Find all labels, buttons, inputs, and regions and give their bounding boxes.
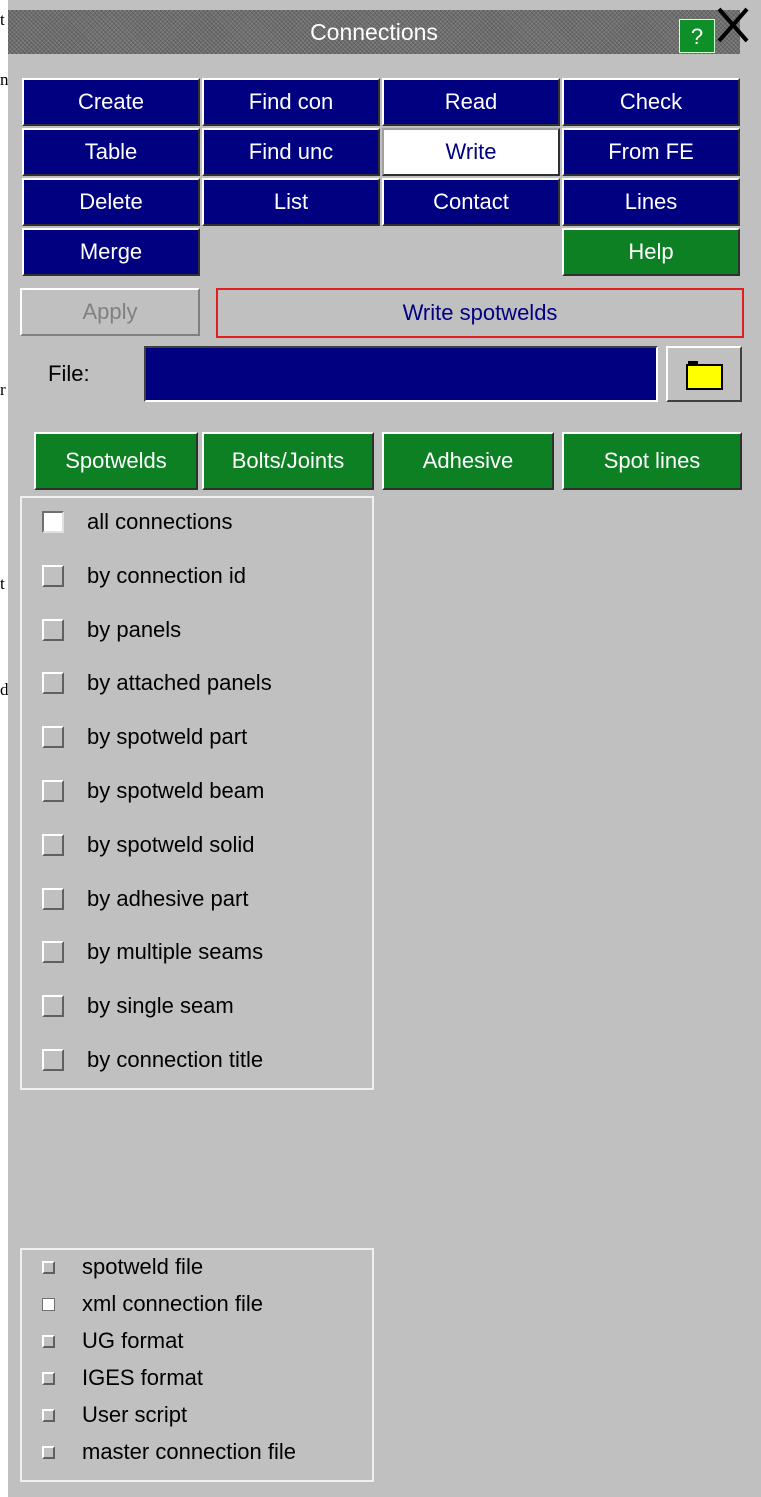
format-checkbox[interactable] — [42, 1260, 55, 1274]
format-label: xml connection file — [82, 1291, 263, 1316]
selection-option[interactable]: by spotweld beam — [22, 771, 264, 811]
file-path-field[interactable] — [144, 346, 658, 402]
format-option[interactable]: spotweld file — [22, 1252, 203, 1282]
format-option[interactable]: xml connection file — [22, 1289, 263, 1319]
menu-button-read[interactable]: Read — [382, 78, 560, 126]
selection-option[interactable]: by panels — [22, 610, 181, 650]
format-label: UG format — [82, 1328, 184, 1353]
tab-spot-lines[interactable]: Spot lines — [562, 432, 742, 490]
option-label: by spotweld beam — [87, 778, 265, 803]
selection-option[interactable]: by spotweld part — [22, 717, 247, 757]
help-question-button[interactable]: ? — [679, 19, 715, 53]
selection-option[interactable]: by multiple seams — [22, 932, 263, 972]
selection-option[interactable]: by single seam — [22, 986, 234, 1026]
option-label: by connection title — [87, 1047, 264, 1072]
format-option[interactable]: UG format — [22, 1326, 183, 1356]
option-checkbox[interactable] — [42, 941, 64, 964]
format-checkbox[interactable] — [42, 1408, 55, 1422]
option-label: by spotweld part — [87, 724, 248, 750]
selection-option[interactable]: all connections — [22, 502, 233, 542]
menu-button-check[interactable]: Check — [562, 78, 740, 126]
option-label: all connections — [87, 509, 233, 534]
option-label: by spotweld solid — [87, 831, 255, 857]
option-checkbox[interactable] — [42, 833, 64, 856]
selection-option[interactable]: by attached panels — [22, 663, 272, 703]
window-title: Connections — [310, 19, 438, 45]
option-checkbox[interactable] — [42, 726, 64, 749]
tab-bolts-joints[interactable]: Bolts/Joints — [202, 432, 374, 490]
menu-button-list[interactable]: List — [202, 178, 380, 226]
close-icon — [717, 7, 749, 43]
format-label: User script — [82, 1402, 188, 1427]
format-option[interactable]: IGES format — [22, 1363, 203, 1393]
status-message: Write spotwelds — [216, 288, 744, 338]
menu-button-write[interactable]: Write — [382, 128, 560, 176]
tab-adhesive[interactable]: Adhesive — [382, 432, 554, 490]
option-label: by connection id — [87, 562, 246, 588]
option-checkbox[interactable] — [42, 995, 64, 1018]
option-label: by single seam — [87, 993, 234, 1019]
close-button[interactable] — [711, 5, 755, 45]
menu-button-table[interactable]: Table — [22, 128, 200, 176]
menu-button-find-unc[interactable]: Find unc — [202, 128, 380, 176]
option-label: by attached panels — [87, 670, 272, 696]
format-label: master connection file — [82, 1439, 296, 1464]
browse-folder-button[interactable] — [666, 346, 742, 402]
format-checkbox[interactable] — [42, 1445, 55, 1459]
format-checkbox[interactable] — [42, 1297, 55, 1311]
format-option[interactable]: master connection file — [22, 1437, 296, 1467]
option-checkbox[interactable] — [42, 511, 64, 533]
file-label: File: — [48, 361, 90, 386]
selection-option[interactable]: by adhesive part — [22, 879, 248, 919]
option-checkbox[interactable] — [42, 887, 64, 910]
option-checkbox[interactable] — [42, 1049, 64, 1071]
menu-button-lines[interactable]: Lines — [562, 178, 740, 226]
menu-button-find-con[interactable]: Find con — [202, 78, 380, 126]
apply-button[interactable]: Apply — [20, 288, 200, 336]
tab-spotwelds[interactable]: Spotwelds — [34, 432, 198, 490]
selection-option[interactable]: by connection id — [22, 556, 246, 596]
option-label: by adhesive part — [87, 885, 249, 911]
option-checkbox[interactable] — [42, 564, 64, 587]
option-label: by panels — [87, 616, 182, 642]
format-label: spotweld file — [82, 1254, 204, 1279]
menu-button-help[interactable]: Help — [562, 228, 740, 276]
selection-option[interactable]: by connection title — [22, 1040, 263, 1080]
format-checkbox[interactable] — [42, 1334, 55, 1348]
menu-button-merge[interactable]: Merge — [22, 228, 200, 276]
format-label: IGES format — [82, 1365, 204, 1390]
option-checkbox[interactable] — [42, 618, 64, 641]
folder-icon — [686, 361, 723, 390]
menu-button-delete[interactable]: Delete — [22, 178, 200, 226]
format-checkbox[interactable] — [42, 1371, 55, 1385]
format-option[interactable]: User script — [22, 1400, 187, 1430]
option-label: by multiple seams — [87, 939, 264, 965]
menu-button-create[interactable]: Create — [22, 78, 200, 126]
option-checkbox[interactable] — [42, 672, 64, 695]
option-checkbox[interactable] — [42, 780, 64, 802]
menu-button-from-fe[interactable]: From FE — [562, 128, 740, 176]
selection-option[interactable]: by spotweld solid — [22, 825, 255, 865]
title-bar[interactable]: Connections ? — [8, 10, 740, 54]
menu-button-contact[interactable]: Contact — [382, 178, 560, 226]
